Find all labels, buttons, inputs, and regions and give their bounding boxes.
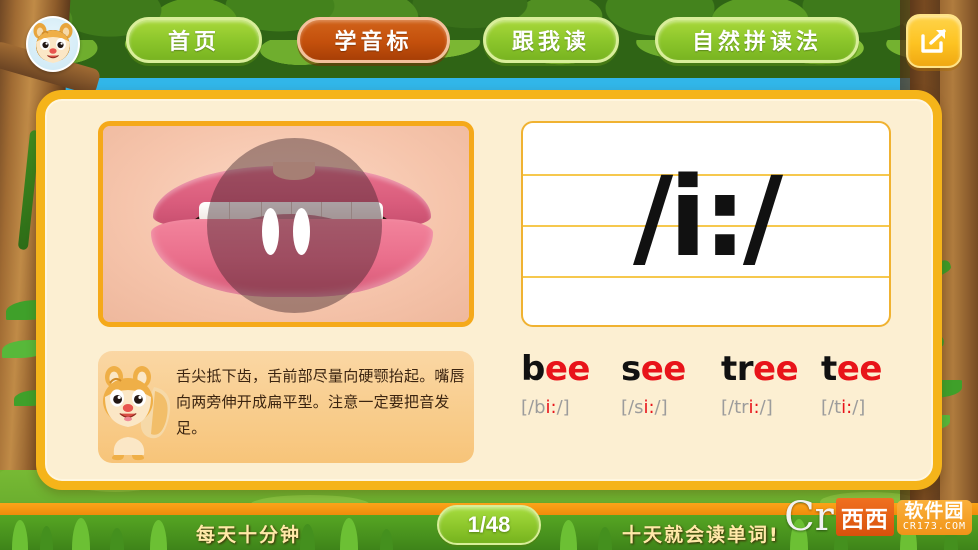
- nav-home[interactable]: 首页: [126, 17, 262, 63]
- watermark-site-name: 软件园: [904, 499, 965, 522]
- bottom-right-slogan: 十天就会读单词!: [622, 524, 780, 546]
- word-spelling: see: [621, 349, 686, 389]
- lesson-panel: 舌尖抵下齿，舌前部尽量向硬颚抬起。嘴唇向两旁伸开成扁平型。注意一定要把音发足。 …: [36, 90, 942, 490]
- phonetic-symbol: /i:/: [632, 153, 783, 281]
- word-spelling: tee: [821, 349, 882, 389]
- word-item[interactable]: bee [/bi:/]: [521, 349, 621, 467]
- page-indicator-label: 1/48: [467, 512, 511, 537]
- word-spelling: tree: [721, 349, 799, 389]
- articulation-marker-left: [262, 208, 279, 255]
- word-ipa: [/si:/]: [621, 397, 668, 418]
- phonetic-symbol-card[interactable]: /i:/: [521, 121, 891, 327]
- avatar[interactable]: [26, 16, 80, 72]
- word-item[interactable]: tee [/ti:/]: [821, 349, 921, 467]
- word-ipa: [/bi:/]: [521, 397, 570, 418]
- nav-read-label: 跟我读: [511, 29, 590, 54]
- share-arrow-icon: [921, 29, 946, 53]
- word-spelling: bee: [521, 349, 590, 389]
- watermark-site: 软件园 CR173.COM: [896, 499, 972, 535]
- articulation-marker-right: [293, 208, 310, 255]
- top-navigation-bar: 首页 学音标 跟我读 自然拼读法: [0, 0, 978, 80]
- watermark-cr-logo: Cr: [784, 494, 834, 540]
- nav-natural-label: 自然拼读法: [691, 29, 822, 54]
- chipmunk-mascot: [103, 366, 171, 461]
- nav-natural[interactable]: 自然拼读法: [655, 17, 859, 63]
- nav-phonics[interactable]: 学音标: [297, 17, 450, 63]
- watermark-site-url: CR173.COM: [902, 520, 966, 532]
- word-item[interactable]: tree [/tri:/]: [721, 349, 821, 467]
- page-indicator-badge[interactable]: 1/48: [437, 505, 541, 545]
- pronunciation-tip-box: 舌尖抵下齿，舌前部尽量向硬颚抬起。嘴唇向两旁伸开成扁平型。注意一定要把音发足。: [98, 351, 474, 463]
- mouth-image-card[interactable]: [98, 121, 474, 327]
- share-button[interactable]: [906, 14, 962, 68]
- example-words-list: bee [/bi:/] see [/si:/] tree [/tri:/] te…: [521, 349, 921, 467]
- nav-read[interactable]: 跟我读: [483, 17, 619, 63]
- word-ipa: [/ti:/]: [821, 397, 866, 418]
- tip-text: 舌尖抵下齿，舌前部尽量向硬颚抬起。嘴唇向两旁伸开成扁平型。注意一定要把音发足。: [176, 367, 465, 437]
- nav-phonics-label: 学音标: [334, 29, 413, 54]
- bottom-left-slogan: 每天十分钟: [196, 524, 302, 546]
- word-ipa: [/tri:/]: [721, 397, 773, 418]
- watermark: Cr 西西 软件园 CR173.COM: [784, 489, 972, 545]
- chipmunk-avatar-icon: [33, 23, 73, 63]
- word-item[interactable]: see [/si:/]: [621, 349, 721, 467]
- nav-home-label: 首页: [167, 29, 220, 54]
- watermark-brand: 西西: [835, 498, 894, 536]
